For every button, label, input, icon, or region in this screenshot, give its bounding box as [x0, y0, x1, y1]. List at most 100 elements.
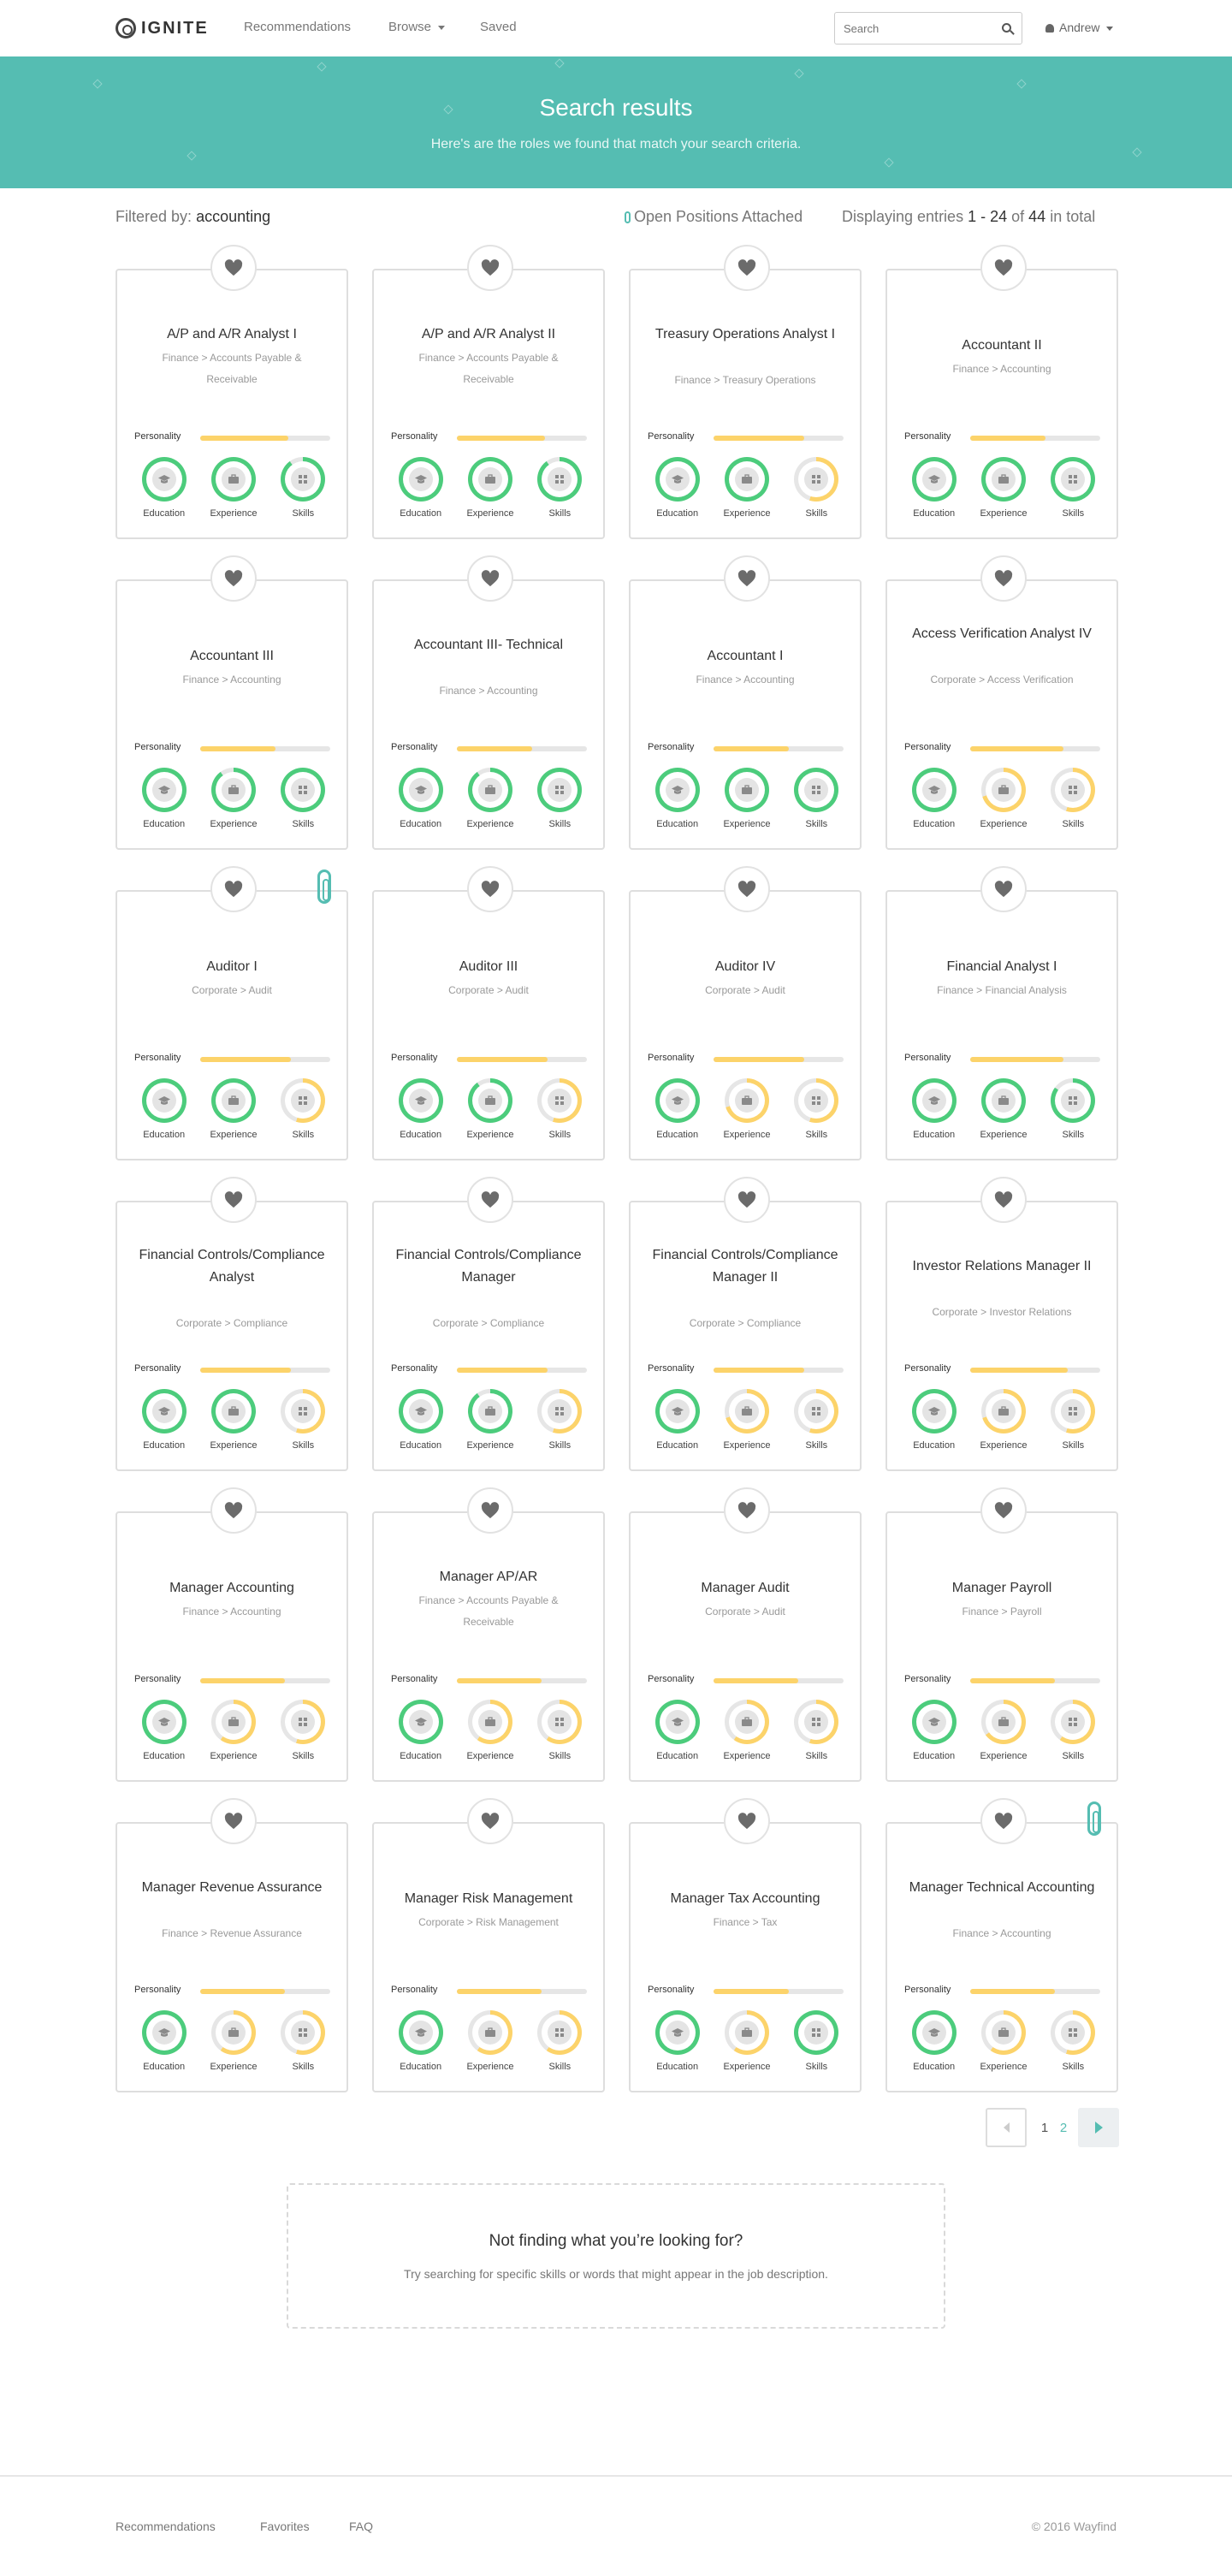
role-card[interactable]: Auditor I Corporate > Audit Personality Edu…	[116, 866, 348, 1160]
favorite-button[interactable]	[210, 1487, 257, 1534]
user-menu[interactable]: Andrew	[1045, 21, 1114, 34]
favorite-button[interactable]	[980, 866, 1027, 912]
role-title[interactable]: Accountant I	[643, 645, 848, 668]
role-title[interactable]: Manager Tax Accounting	[643, 1888, 848, 1910]
role-title[interactable]: Manager AP/AR	[386, 1566, 591, 1588]
role-title[interactable]: Auditor III	[386, 956, 591, 978]
favorite-button[interactable]	[724, 1177, 770, 1223]
personality-fill	[970, 1989, 1055, 1994]
education-label: Education	[400, 2062, 442, 2072]
role-title[interactable]: Manager Risk Management	[386, 1888, 591, 1910]
favorite-button[interactable]	[467, 1177, 513, 1223]
role-card[interactable]: Access Verification Analyst IV Corporate …	[886, 555, 1118, 850]
role-title[interactable]: Financial Controls/Compliance Manager II	[643, 1244, 848, 1289]
role-title[interactable]: Access Verification Analyst IV	[899, 623, 1105, 645]
briefcase-icon	[221, 778, 246, 802]
role-card[interactable]: A/P and A/R Analyst II Finance > Accounts…	[372, 245, 605, 539]
favorite-button[interactable]	[210, 1177, 257, 1223]
role-title[interactable]: Auditor IV	[643, 956, 848, 978]
favorite-button[interactable]	[467, 245, 513, 291]
page-1[interactable]: 1	[1035, 2121, 1054, 2135]
favorite-button[interactable]	[467, 1798, 513, 1844]
favorite-button[interactable]	[980, 555, 1027, 602]
role-card[interactable]: Manager Revenue Assurance Finance > Reven…	[116, 1798, 348, 2092]
role-card[interactable]: Manager AP/AR Finance > Accounts Payable …	[372, 1487, 605, 1782]
personality-bar	[457, 436, 587, 441]
role-title[interactable]: Accountant II	[899, 335, 1105, 357]
nav-browse-dropdown[interactable]: Browse	[388, 20, 446, 34]
role-title[interactable]: Manager Payroll	[899, 1577, 1105, 1600]
role-card[interactable]: Accountant III- Technical Finance > Accou…	[372, 555, 605, 850]
role-card[interactable]: Accountant II Finance > Accounting Persona…	[886, 245, 1118, 539]
role-card[interactable]: Financial Controls/Compliance Manager Cor…	[372, 1177, 605, 1471]
role-title[interactable]: Auditor I	[129, 956, 335, 978]
role-card[interactable]: Accountant I Finance > Accounting Personal…	[629, 555, 862, 850]
role-title[interactable]: Accountant III- Technical	[386, 634, 591, 656]
role-card[interactable]: Financial Analyst I Finance > Financial A…	[886, 866, 1118, 1160]
footer-link-faq[interactable]: FAQ	[349, 2520, 373, 2533]
role-card[interactable]: Manager Audit Corporate > Audit Personalit…	[629, 1487, 862, 1782]
search-input[interactable]	[835, 13, 989, 44]
favorite-button[interactable]	[467, 866, 513, 912]
role-title[interactable]: Manager Audit	[643, 1577, 848, 1600]
role-card[interactable]: Manager Payroll Finance > Payroll Personal…	[886, 1487, 1118, 1782]
skills-label: Skills	[1062, 819, 1085, 829]
role-title[interactable]: Manager Technical Accounting	[899, 1877, 1105, 1899]
role-card[interactable]: Manager Technical Accounting Finance > Ac…	[886, 1798, 1118, 2092]
role-title[interactable]: Financial Analyst I	[899, 956, 1105, 978]
role-card[interactable]: Manager Accounting Finance > Accounting Pe…	[116, 1487, 348, 1782]
education-label: Education	[656, 2062, 699, 2072]
role-title[interactable]: Manager Accounting	[129, 1577, 335, 1600]
page-2[interactable]: 2	[1054, 2121, 1073, 2135]
experience-metric: Experience	[198, 1700, 268, 1761]
role-title[interactable]: A/P and A/R Analyst I	[129, 323, 335, 346]
favorite-button[interactable]	[980, 1798, 1027, 1844]
skills-label: Skills	[805, 819, 828, 829]
favorite-button[interactable]	[980, 1177, 1027, 1223]
education-match-ring	[141, 768, 187, 812]
role-card[interactable]: A/P and A/R Analyst I Finance > Accounts …	[116, 245, 348, 539]
favorite-button[interactable]	[980, 1487, 1027, 1534]
role-title[interactable]: Manager Revenue Assurance	[129, 1877, 335, 1899]
favorite-button[interactable]	[724, 1487, 770, 1534]
favorite-button[interactable]	[210, 1798, 257, 1844]
next-page-button[interactable]	[1078, 2108, 1119, 2147]
role-card[interactable]: Accountant III Finance > Accounting Person…	[116, 555, 348, 850]
role-card[interactable]: Financial Controls/Compliance Manager II…	[629, 1177, 862, 1471]
role-card[interactable]: Treasury Operations Analyst I Finance > T…	[629, 245, 862, 539]
favorite-button[interactable]	[724, 866, 770, 912]
favorite-button[interactable]	[724, 245, 770, 291]
role-title[interactable]: Accountant III	[129, 645, 335, 668]
favorite-button[interactable]	[210, 245, 257, 291]
role-title[interactable]: Financial Controls/Compliance Manager	[386, 1244, 591, 1289]
role-title[interactable]: Financial Controls/Compliance Analyst	[129, 1244, 335, 1289]
match-metrics: Education Experience Skills	[899, 1389, 1108, 1451]
skills-label: Skills	[292, 1751, 315, 1761]
favorite-button[interactable]	[210, 555, 257, 602]
grid-icon	[291, 467, 316, 491]
prev-page-button[interactable]	[986, 2108, 1027, 2147]
nav-recommendations[interactable]: Recommendations	[244, 20, 351, 34]
role-card[interactable]: Auditor III Corporate > Audit Personality E…	[372, 866, 605, 1160]
favorite-button[interactable]	[210, 866, 257, 912]
role-title[interactable]: Treasury Operations Analyst I	[643, 323, 848, 346]
favorite-button[interactable]	[467, 555, 513, 602]
role-card[interactable]: Manager Tax Accounting Finance > Tax Perso…	[629, 1798, 862, 2092]
brand-logo[interactable]: IGNITE	[116, 17, 209, 39]
personality-label: Personality	[134, 742, 181, 752]
role-card[interactable]: Investor Relations Manager II Corporate >…	[886, 1177, 1118, 1471]
role-title[interactable]: Investor Relations Manager II	[899, 1255, 1105, 1278]
role-card[interactable]: Financial Controls/Compliance Analyst Cor…	[116, 1177, 348, 1471]
role-card[interactable]: Manager Risk Management Corporate > Risk …	[372, 1798, 605, 2092]
footer-link-favorites[interactable]: Favorites	[260, 2520, 310, 2533]
favorite-button[interactable]	[980, 245, 1027, 291]
nav-saved[interactable]: Saved	[480, 20, 517, 34]
footer-link-recommendations[interactable]: Recommendations	[116, 2520, 216, 2533]
role-title[interactable]: A/P and A/R Analyst II	[386, 323, 591, 346]
role-card[interactable]: Auditor IV Corporate > Audit Personality Ed…	[629, 866, 862, 1160]
favorite-button[interactable]	[467, 1487, 513, 1534]
search-icon[interactable]	[1002, 23, 1011, 33]
favorite-button[interactable]	[724, 555, 770, 602]
personality-fill	[970, 436, 1046, 441]
favorite-button[interactable]	[724, 1798, 770, 1844]
